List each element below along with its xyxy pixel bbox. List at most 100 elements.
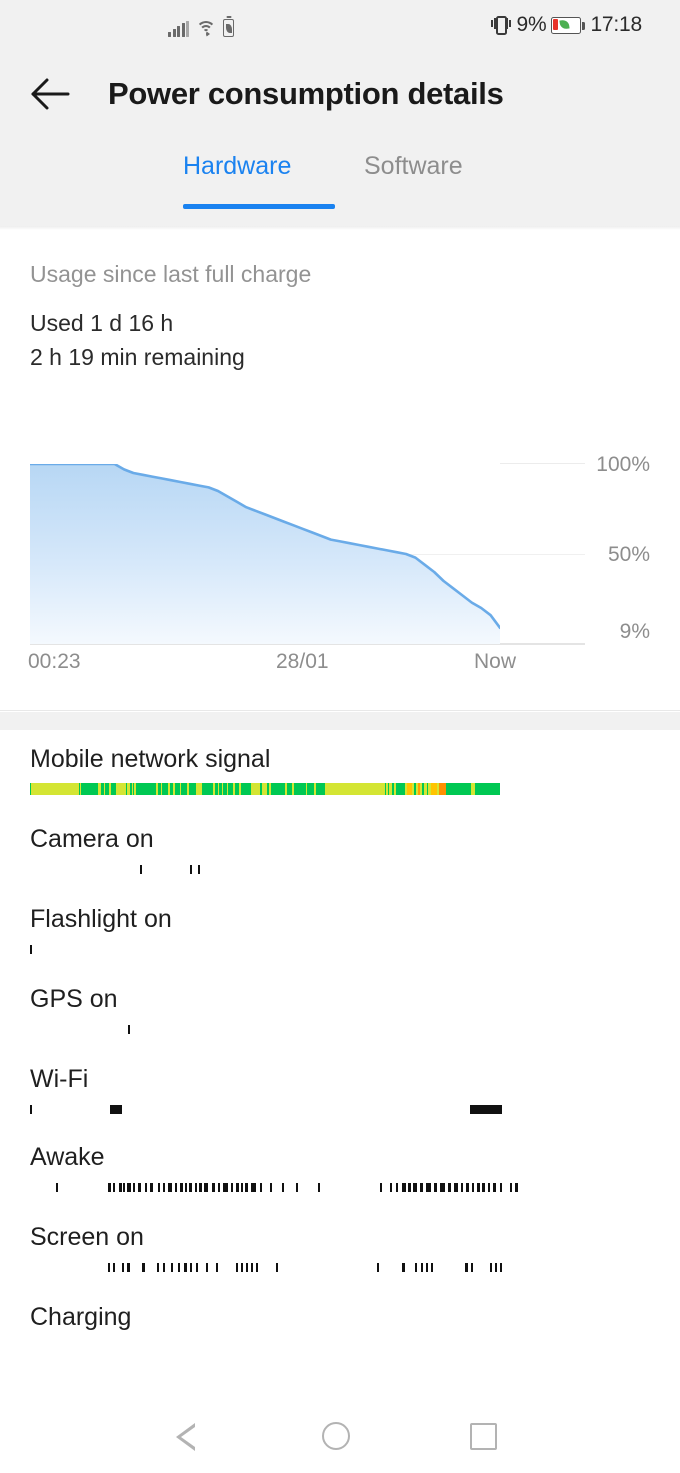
event-tick: [472, 1183, 474, 1192]
header-shadow: [0, 226, 680, 230]
event-tick: [426, 1263, 428, 1272]
event-timeline: [30, 1105, 502, 1114]
event-tick: [500, 1183, 502, 1192]
event-tick: [236, 1183, 239, 1192]
event-tick: [108, 1263, 110, 1272]
hardware-row-label: Awake: [30, 1143, 105, 1171]
clock-text: 17:18: [590, 13, 642, 36]
event-tick: [282, 1183, 284, 1192]
usage-subtitle: Usage since last full charge: [30, 261, 312, 287]
event-tick: [223, 1183, 228, 1192]
signal-strength-timeline: [30, 783, 500, 795]
event-tick: [196, 1263, 198, 1272]
event-tick: [245, 1183, 248, 1192]
signal-segment: [307, 783, 314, 795]
tab-software[interactable]: Software: [364, 152, 463, 181]
event-tick: [421, 1263, 423, 1272]
signal-segment: [324, 783, 385, 795]
event-tick: [466, 1183, 469, 1192]
event-tick: [113, 1183, 115, 1192]
event-tick: [493, 1183, 496, 1192]
app-bar: Power consumption details: [0, 50, 680, 138]
event-tick: [127, 1183, 131, 1192]
signal-segment: [293, 783, 306, 795]
event-timeline: [30, 945, 500, 954]
signal-segment: [271, 783, 285, 795]
signal-segment: [395, 783, 405, 795]
event-tick: [510, 1183, 512, 1192]
event-tick: [185, 1183, 187, 1192]
event-tick: [402, 1183, 406, 1192]
event-tick: [495, 1263, 497, 1272]
event-timeline: [30, 1025, 500, 1034]
event-tick: [163, 1263, 165, 1272]
event-tick: [140, 865, 142, 874]
event-tick: [30, 945, 32, 954]
event-tick: [110, 1105, 122, 1114]
event-tick: [454, 1183, 458, 1192]
event-tick: [415, 1263, 417, 1272]
event-tick: [30, 1105, 32, 1114]
event-tick: [251, 1263, 253, 1272]
signal-segment: [240, 783, 251, 795]
event-timeline: [30, 1263, 502, 1272]
event-tick: [56, 1183, 58, 1192]
battery-level-chart: 100% 50% 9% 00:23 28/01 Now: [0, 450, 680, 680]
event-tick: [212, 1183, 215, 1192]
signal-segment: [116, 783, 126, 795]
event-tick: [178, 1263, 180, 1272]
event-tick: [190, 865, 192, 874]
event-tick: [251, 1183, 256, 1192]
chart-top-gridline: [500, 463, 585, 464]
chart-plot-area: [30, 464, 500, 644]
event-tick: [123, 1183, 125, 1192]
event-tick: [199, 1183, 202, 1192]
event-tick: [465, 1263, 468, 1272]
event-tick: [413, 1183, 417, 1192]
event-tick: [246, 1263, 248, 1272]
nav-home-icon[interactable]: [322, 1422, 350, 1450]
navigation-bar: [0, 1400, 680, 1473]
battery-low-icon: [551, 16, 586, 34]
event-tick: [158, 1183, 160, 1192]
event-tick: [390, 1183, 392, 1192]
tab-hardware[interactable]: Hardware: [183, 152, 291, 181]
event-tick: [426, 1183, 431, 1192]
event-tick: [119, 1183, 122, 1192]
tab-bar: Hardware Software: [0, 138, 680, 226]
event-tick: [231, 1183, 233, 1192]
event-tick: [241, 1263, 243, 1272]
signal-segment: [81, 783, 99, 795]
event-tick: [145, 1183, 147, 1192]
event-tick: [189, 1183, 192, 1192]
event-timeline: [30, 865, 500, 874]
hardware-row-label: Mobile network signal: [30, 745, 271, 773]
event-tick: [138, 1183, 141, 1192]
event-timeline: [30, 1183, 518, 1192]
battery-saver-icon: [223, 19, 234, 37]
event-tick: [128, 1025, 130, 1034]
event-tick: [318, 1183, 320, 1192]
event-tick: [488, 1183, 490, 1192]
event-tick: [142, 1263, 145, 1272]
nav-recents-icon[interactable]: [470, 1423, 497, 1450]
chart-xlabel-now: Now: [474, 650, 517, 673]
event-tick: [490, 1263, 492, 1272]
event-tick: [241, 1183, 243, 1192]
event-tick: [448, 1183, 451, 1192]
event-tick: [206, 1263, 208, 1272]
event-tick: [150, 1183, 153, 1192]
signal-segment: [202, 783, 214, 795]
hardware-row-label: Screen on: [30, 1223, 144, 1251]
hardware-row-label: Camera on: [30, 825, 154, 853]
event-tick: [133, 1183, 135, 1192]
event-tick: [515, 1183, 518, 1192]
signal-segment: [31, 783, 79, 795]
event-tick: [431, 1263, 433, 1272]
back-arrow-icon[interactable]: [30, 74, 72, 114]
event-tick: [190, 1263, 192, 1272]
nav-back-icon[interactable]: [176, 1423, 195, 1451]
event-tick: [296, 1183, 298, 1192]
event-tick: [482, 1183, 485, 1192]
chart-ylabel-9: 9%: [619, 620, 650, 643]
